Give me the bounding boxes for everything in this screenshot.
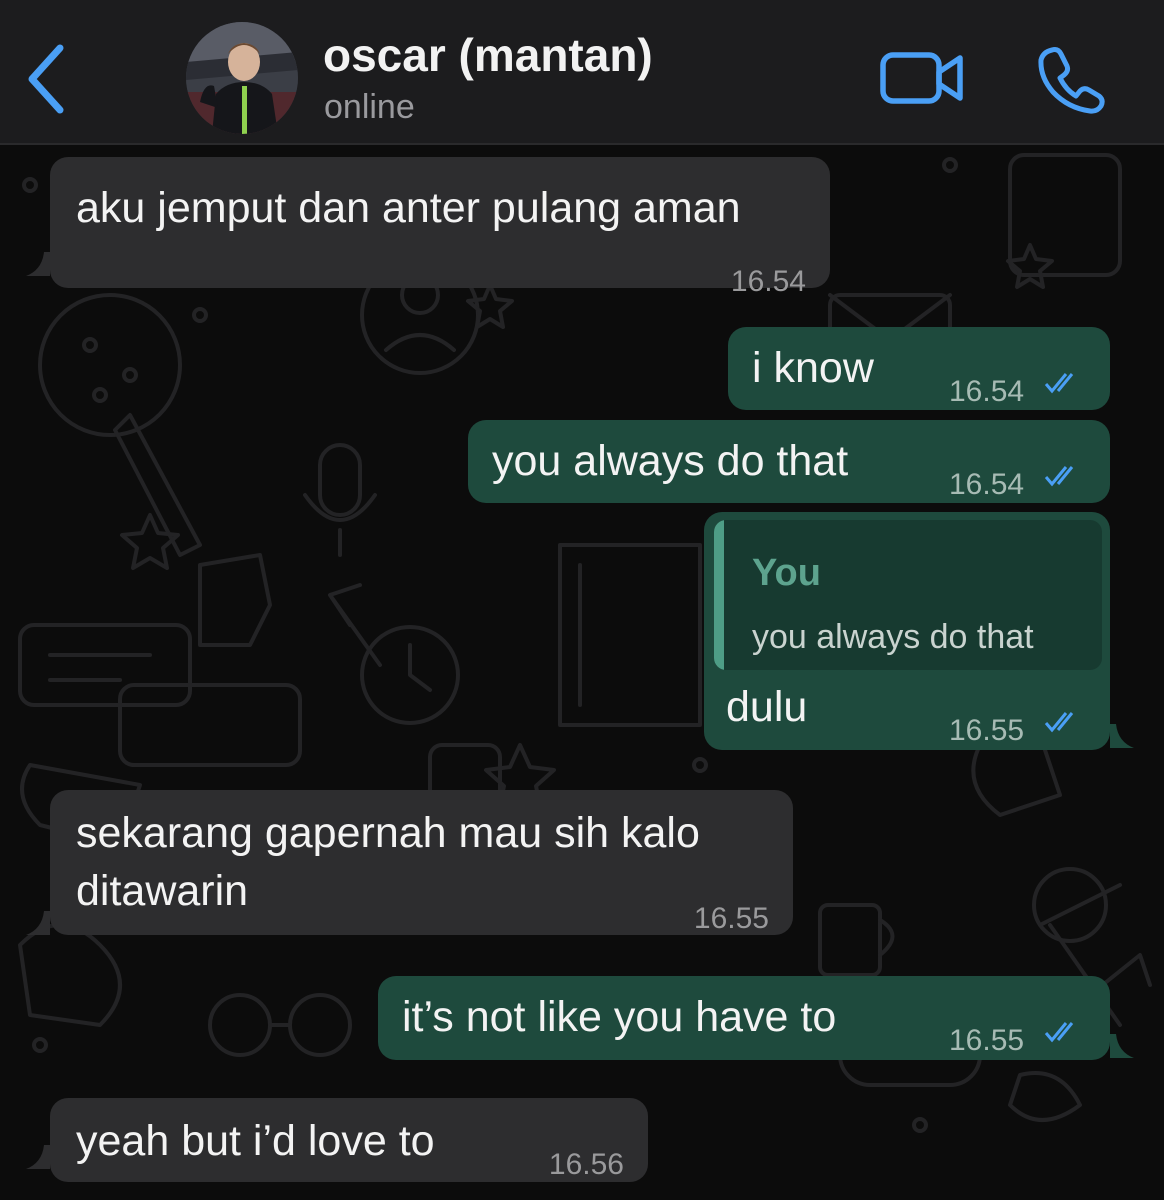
message-time: 16.54 bbox=[949, 468, 1025, 501]
message-bubble-incoming[interactable]: aku jemput dan anter pulang aman 16.54 bbox=[50, 157, 830, 298]
bubble-tail bbox=[26, 911, 50, 935]
message-text: dulu bbox=[726, 683, 808, 731]
message-text: yeah but i’d love to bbox=[76, 1117, 435, 1165]
double-check-icon bbox=[1044, 373, 1074, 394]
message-bubble-incoming[interactable]: sekarang gapernah mau sih kalo ditawarin… bbox=[50, 790, 793, 935]
double-check-icon bbox=[1044, 466, 1074, 487]
reply-author: You bbox=[752, 552, 821, 594]
message-time: 16.54 bbox=[730, 265, 806, 298]
message-time: 16.55 bbox=[949, 1024, 1025, 1057]
bubble-tail bbox=[26, 1145, 50, 1169]
contact-status: online bbox=[324, 88, 415, 126]
message-bubble-outgoing-reply[interactable]: You you always do that dulu 16.55 bbox=[704, 512, 1110, 750]
bubble-tail bbox=[26, 252, 50, 276]
message-text: aku jemput dan anter pulang aman bbox=[76, 184, 741, 232]
message-text: i know bbox=[752, 344, 874, 392]
message-text: sekarang gapernah mau sih kalo bbox=[76, 809, 700, 857]
message-time: 16.55 bbox=[693, 902, 769, 935]
message-time: 16.54 bbox=[949, 375, 1025, 408]
message-text: ditawarin bbox=[76, 867, 249, 915]
message-time: 16.55 bbox=[949, 714, 1025, 747]
video-call-button[interactable] bbox=[878, 48, 966, 108]
bubble-tail bbox=[1110, 724, 1134, 748]
double-check-icon bbox=[1044, 712, 1074, 733]
chevron-left-icon bbox=[28, 44, 64, 114]
double-check-icon bbox=[1044, 1022, 1074, 1043]
message-bubble-outgoing[interactable]: you always do that 16.54 bbox=[468, 420, 1110, 503]
message-bubble-outgoing[interactable]: i know 16.54 bbox=[728, 327, 1110, 410]
video-camera-icon bbox=[880, 52, 963, 104]
message-text: it’s not like you have to bbox=[402, 993, 837, 1041]
contact-name[interactable]: oscar (mantan) bbox=[323, 28, 653, 82]
message-time: 16.56 bbox=[548, 1148, 624, 1181]
message-bubble-incoming[interactable]: yeah but i’d love to 16.56 bbox=[50, 1098, 648, 1182]
chat-area[interactable]: aku jemput dan anter pulang aman 16.54 i… bbox=[0, 145, 1164, 1200]
reply-accent-bar bbox=[714, 520, 724, 670]
message-text: you always do that bbox=[492, 437, 849, 485]
chat-screen: oscar (mantan) online aku jemput dan ant… bbox=[0, 0, 1164, 1200]
back-button[interactable] bbox=[22, 40, 78, 118]
chat-header: oscar (mantan) online bbox=[0, 0, 1164, 145]
phone-icon bbox=[1038, 47, 1105, 114]
avatar-photo bbox=[186, 22, 298, 134]
voice-call-button[interactable] bbox=[1036, 44, 1106, 114]
reply-text: you always do that bbox=[752, 618, 1034, 656]
contact-avatar[interactable] bbox=[186, 22, 298, 134]
reply-quote[interactable]: You you always do that bbox=[714, 520, 1102, 670]
bubble-tail bbox=[1110, 1034, 1134, 1058]
message-bubble-outgoing[interactable]: it’s not like you have to 16.55 bbox=[378, 976, 1110, 1060]
